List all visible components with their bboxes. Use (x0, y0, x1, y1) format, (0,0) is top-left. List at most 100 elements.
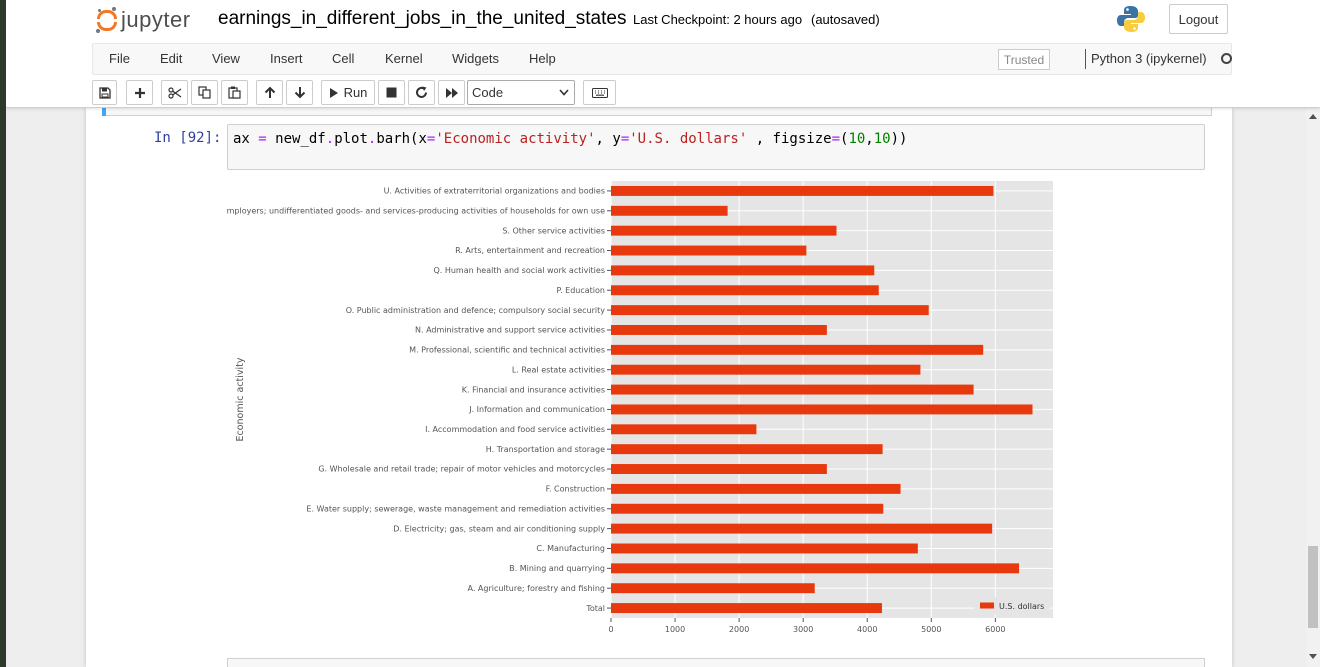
move-up-button[interactable] (256, 80, 283, 105)
page-scrollbar[interactable] (1306, 108, 1320, 667)
python-logo-icon (1117, 6, 1145, 32)
selected-cell-marker (102, 108, 106, 116)
code-token: 10 (848, 131, 866, 147)
scroll-thumb[interactable] (1308, 546, 1318, 628)
menu-help[interactable]: Help (529, 51, 556, 66)
kernel-name[interactable]: Python 3 (ipykernel) (1091, 51, 1207, 66)
copy-button[interactable] (191, 80, 218, 105)
menu-view[interactable]: View (212, 51, 240, 66)
checkpoint-status: Last Checkpoint: 2 hours ago (633, 12, 803, 27)
x-tick-label: 2000 (729, 625, 749, 634)
fast-forward-icon (445, 87, 458, 98)
bar (611, 523, 993, 534)
stop-icon (386, 87, 397, 98)
menu-edit[interactable]: Edit (160, 51, 182, 66)
bar (611, 543, 918, 554)
paste-button[interactable] (221, 80, 248, 105)
save-button[interactable] (92, 80, 117, 105)
x-tick-label: 4000 (857, 625, 877, 634)
kernel-separator (1085, 49, 1086, 69)
y-tick-label: A. Agriculture; forestry and fishing (467, 584, 605, 593)
bar (611, 404, 1033, 415)
menu-file[interactable]: File (109, 51, 130, 66)
restart-run-all-button[interactable] (438, 80, 465, 105)
insert-cell-button[interactable] (126, 80, 153, 105)
bar (611, 603, 882, 614)
copy-icon (198, 86, 211, 99)
jupyter-logo[interactable]: jupyter (96, 6, 191, 34)
x-tick-label: 6000 (985, 625, 1005, 634)
cell-output-chart: Total A. Agriculture; forestry and fishin… (227, 178, 1207, 638)
menu-insert[interactable]: Insert (270, 51, 303, 66)
run-button[interactable]: Run (321, 80, 375, 105)
cell-type-select[interactable]: Code (467, 80, 575, 105)
scroll-up-icon[interactable] (1309, 113, 1317, 119)
bar (611, 185, 994, 196)
code-token: , (865, 131, 874, 147)
code-token: plot (334, 131, 368, 147)
notebook-title[interactable]: earnings_in_different_jobs_in_the_united… (218, 8, 626, 30)
bar (611, 483, 901, 494)
bar (611, 464, 827, 474)
y-tick-label: E. Water supply; sewerage, waste managem… (306, 504, 605, 513)
jupyter-logo-text: jupyter (121, 7, 191, 32)
restart-icon (416, 86, 427, 98)
x-tick-label: 3000 (793, 625, 813, 634)
cut-button[interactable] (161, 80, 188, 105)
y-tick-label: N. Administrative and support service ac… (415, 326, 605, 335)
menu-widgets[interactable]: Widgets (452, 51, 499, 66)
y-tick-label: S. Other service activities (502, 226, 605, 235)
x-tick-label: 0 (608, 625, 613, 634)
jupyter-logo-icon (96, 7, 118, 33)
code-token: , figsize (747, 131, 832, 147)
cell-type-value: Code (472, 85, 504, 100)
barh-chart: Total A. Agriculture; forestry and fishin… (227, 181, 1053, 634)
code-token: , y (595, 131, 621, 147)
y-tick-label: B. Mining and quarrying (509, 564, 605, 573)
plus-icon (134, 87, 145, 98)
chevron-down-icon (559, 89, 569, 96)
bar (611, 503, 884, 514)
jupyter-notebook-page: jupyter earnings_in_different_jobs_in_th… (6, 0, 1320, 667)
y-tick-label: R. Arts, entertainment and recreation (455, 246, 605, 255)
code-cell-input[interactable]: ax = new_df.plot.barh(x='Economic activi… (227, 124, 1205, 170)
autosave-status: (autosaved) (811, 12, 880, 27)
bar (611, 325, 827, 335)
restart-button[interactable] (408, 80, 435, 105)
keyboard-icon (591, 87, 608, 98)
x-tick-label: 1000 (665, 625, 685, 634)
code-token: . (325, 131, 335, 147)
y-axis-label: Economic activity (235, 357, 246, 441)
code-token: = (258, 131, 267, 147)
y-tick-label: K. Financial and insurance activities (462, 385, 605, 394)
command-palette-button[interactable] (583, 80, 616, 105)
code-token: 'Economic activity' (435, 131, 596, 147)
y-tick-label: T. Activities of households as employers… (227, 206, 605, 215)
scroll-down-icon[interactable] (1309, 654, 1317, 660)
trusted-indicator[interactable]: Trusted (998, 49, 1050, 70)
y-tick-label: J. Information and communication (468, 405, 605, 414)
bar (611, 285, 879, 296)
y-tick-label: D. Electricity; gas, steam and air condi… (393, 524, 605, 533)
legend-swatch (980, 602, 994, 609)
menu-bar: File Edit View Insert Cell Kernel Widget… (92, 43, 1232, 75)
kernel-idle-icon (1221, 53, 1232, 64)
next-cell-input[interactable] (227, 658, 1205, 667)
y-tick-label: L. Real estate activities (512, 365, 605, 374)
bar (611, 225, 837, 236)
y-tick-label: M. Professional, scientific and technica… (409, 346, 605, 355)
menu-kernel[interactable]: Kernel (385, 51, 423, 66)
logout-button[interactable]: Logout (1169, 4, 1228, 34)
cell-input-prompt: In [92]: (154, 130, 222, 146)
notebook-container: In [92]: ax = new_df.plot.barh(x='Econom… (86, 108, 1232, 667)
bar (611, 424, 757, 435)
move-down-button[interactable] (286, 80, 313, 105)
previous-cell[interactable] (102, 108, 1212, 116)
code-token: 'U.S. dollars' (629, 131, 748, 147)
notebook-header: jupyter earnings_in_different_jobs_in_th… (6, 0, 1320, 108)
bar (611, 265, 875, 276)
menu-cell[interactable]: Cell (332, 51, 354, 66)
y-tick-label: Total (585, 604, 605, 613)
code-token: )) (890, 131, 908, 147)
interrupt-button[interactable] (378, 80, 405, 105)
